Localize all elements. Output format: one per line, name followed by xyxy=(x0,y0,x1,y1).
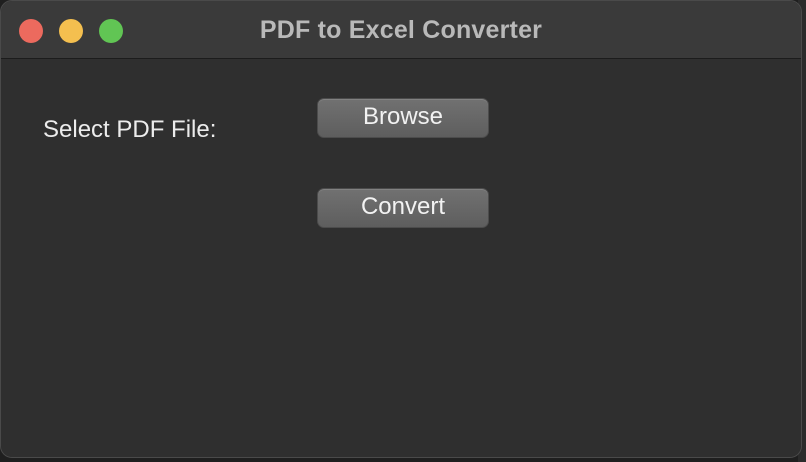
window-titlebar[interactable]: PDF to Excel Converter xyxy=(1,1,801,59)
browse-button[interactable]: Browse xyxy=(317,98,489,138)
main-content: Select PDF File: Browse Convert xyxy=(1,59,801,457)
window-title: PDF to Excel Converter xyxy=(259,16,543,44)
select-pdf-label: Select PDF File: xyxy=(43,116,217,143)
app-window: PDF to Excel Converter Select PDF File: … xyxy=(0,0,802,458)
convert-button[interactable]: Convert xyxy=(317,188,489,228)
